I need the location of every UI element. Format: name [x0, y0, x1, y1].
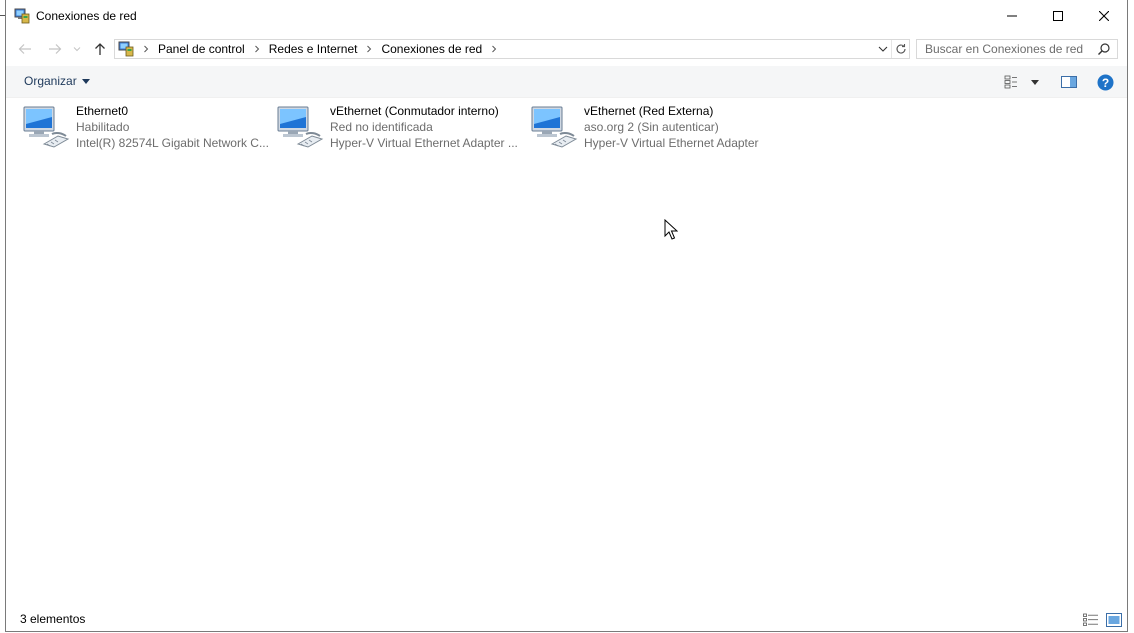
command-bar: Organizar ?: [6, 66, 1127, 98]
chevron-down-icon: [73, 47, 81, 52]
search-box[interactable]: Buscar en Conexiones de red: [916, 39, 1118, 59]
large-icons-view-icon: [1106, 613, 1122, 627]
recent-locations-button[interactable]: [70, 40, 84, 58]
details-view-icon: [1083, 613, 1098, 626]
connection-device: Intel(R) 82574L Gigabit Network C...: [76, 136, 269, 150]
list-item[interactable]: Ethernet0 Habilitado Intel(R) 82574L Gig…: [22, 103, 272, 157]
close-button[interactable]: [1081, 0, 1127, 32]
help-icon: ?: [1097, 74, 1113, 90]
maximize-button[interactable]: [1035, 0, 1081, 32]
minimize-icon: [1007, 15, 1017, 17]
connection-status: Red no identificada: [330, 120, 433, 134]
organize-label: Organizar: [24, 74, 77, 88]
address-history-button[interactable]: [875, 40, 891, 58]
chevron-right-icon[interactable]: [248, 40, 266, 58]
large-icons-view-button[interactable]: [1106, 613, 1122, 627]
up-arrow-icon: [95, 43, 105, 55]
connection-status: aso.org 2 (Sin autenticar): [584, 120, 719, 134]
list-item[interactable]: vEthernet (Conmutador interno) Red no id…: [276, 103, 526, 157]
breadcrumb-panel-de-control[interactable]: Panel de control: [155, 42, 248, 56]
chevron-down-icon: [878, 46, 888, 52]
title-bar: Conexiones de red: [6, 0, 1127, 32]
connection-device: Hyper-V Virtual Ethernet Adapter: [584, 136, 759, 150]
status-bar: 3 elementos: [6, 609, 1127, 631]
connection-name: vEthernet (Red Externa): [584, 104, 714, 118]
chevron-right-icon[interactable]: [137, 40, 155, 58]
connection-status: Habilitado: [76, 120, 130, 134]
network-connections-icon: [14, 8, 30, 24]
svg-text:?: ?: [1101, 75, 1108, 89]
forward-button[interactable]: [46, 40, 64, 58]
breadcrumb-conexiones-de-red[interactable]: Conexiones de red: [378, 42, 485, 56]
mouse-cursor-icon: [664, 219, 678, 240]
navigation-bar: Panel de control Redes e Internet Conexi…: [6, 34, 1127, 64]
maximize-icon: [1053, 11, 1063, 21]
connections-view: Ethernet0 Habilitado Intel(R) 82574L Gig…: [6, 98, 1127, 607]
minimize-button[interactable]: [989, 0, 1035, 32]
window-title: Conexiones de red: [36, 9, 137, 23]
preview-pane-icon: [1061, 76, 1077, 88]
back-arrow-icon: [18, 44, 31, 54]
help-button[interactable]: ?: [1096, 73, 1114, 91]
breadcrumb-redes-e-internet[interactable]: Redes e Internet: [266, 42, 361, 56]
caret-down-icon: [81, 78, 90, 84]
chevron-right-icon[interactable]: [485, 40, 503, 58]
details-view-button[interactable]: [1083, 613, 1099, 627]
breadcrumb: Panel de control Redes e Internet Conexi…: [137, 40, 503, 58]
control-panel-icon: [118, 41, 134, 57]
refresh-button[interactable]: [891, 40, 909, 58]
address-bar[interactable]: Panel de control Redes e Internet Conexi…: [114, 39, 910, 59]
list-item[interactable]: vEthernet (Red Externa) aso.org 2 (Sin a…: [530, 103, 780, 157]
explorer-window: Conexiones de red Panel de control Redes…: [5, 0, 1128, 632]
item-count: 3 elementos: [20, 612, 86, 626]
search-icon[interactable]: [1097, 42, 1111, 56]
network-adapter-icon: [530, 104, 578, 152]
search-input[interactable]: Buscar en Conexiones de red: [925, 42, 1083, 56]
organize-button[interactable]: Organizar: [24, 74, 90, 88]
view-options-icon: [1004, 75, 1039, 89]
refresh-icon: [895, 44, 906, 54]
connection-name: vEthernet (Conmutador interno): [330, 104, 499, 118]
preview-pane-button[interactable]: [1059, 73, 1079, 91]
connection-device: Hyper-V Virtual Ethernet Adapter ...: [330, 136, 518, 150]
forward-arrow-icon: [49, 44, 62, 54]
back-button[interactable]: [16, 40, 34, 58]
change-view-button[interactable]: [1004, 73, 1040, 91]
chevron-right-icon[interactable]: [360, 40, 378, 58]
network-adapter-icon: [276, 104, 324, 152]
connection-name: Ethernet0: [76, 104, 129, 118]
up-button[interactable]: [91, 40, 109, 58]
network-adapter-icon: [22, 104, 70, 152]
close-icon: [1099, 11, 1109, 21]
